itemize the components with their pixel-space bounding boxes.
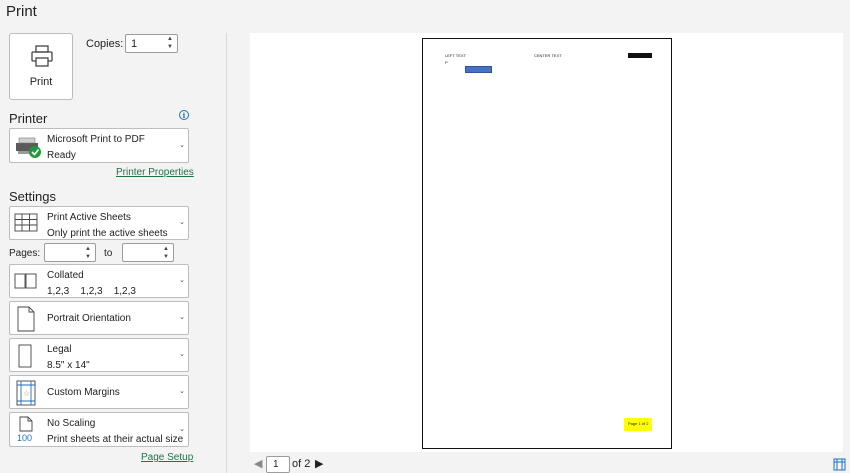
- header-center-text: CENTER TEXT: [534, 53, 562, 58]
- pages-from-input[interactable]: ▲ ▼: [44, 243, 96, 262]
- print-button[interactable]: Print: [9, 33, 73, 100]
- settings-section-title: Settings: [9, 189, 56, 204]
- chevron-down-icon: ⌄: [179, 388, 185, 395]
- pages-to-label: to: [104, 248, 113, 259]
- margins-icon: ☆: [16, 380, 36, 409]
- page-setup-link[interactable]: Page Setup: [141, 452, 193, 463]
- printer-ready-icon: [14, 134, 42, 163]
- chevron-down-icon: ⌄: [179, 142, 185, 149]
- margins-label: Custom Margins: [47, 387, 120, 398]
- page-title: Print: [6, 3, 37, 20]
- info-icon[interactable]: i: [179, 110, 189, 120]
- pages-from-spinner[interactable]: ▲ ▼: [84, 245, 92, 261]
- orientation-label: Portrait Orientation: [47, 313, 131, 324]
- printer-dropdown[interactable]: Microsoft Print to PDF Ready ⌄: [9, 128, 189, 163]
- show-margins-icon[interactable]: [833, 458, 846, 473]
- scaling-dropdown[interactable]: 100 No Scaling Print sheets at their act…: [9, 412, 189, 447]
- print-what-label: Print Active Sheets: [47, 212, 131, 223]
- chevron-down-icon: ⌄: [179, 351, 185, 358]
- header-right-text: RIGHT TEXT: [628, 53, 652, 58]
- chevron-down-icon: ⌄: [179, 314, 185, 321]
- page-total: of 2: [292, 458, 311, 470]
- prev-page-icon[interactable]: ◀: [254, 457, 262, 470]
- scaling-label: No Scaling: [47, 418, 96, 429]
- print-button-label: Print: [29, 76, 53, 88]
- printer-properties-link[interactable]: Printer Properties: [116, 167, 194, 178]
- printer-name: Microsoft Print to PDF: [47, 134, 145, 145]
- print-what-sub: Only print the active sheets: [47, 228, 168, 239]
- paper-size-label: Legal: [47, 344, 72, 355]
- filled-cell: [465, 66, 492, 73]
- chevron-down-icon: ⌄: [179, 426, 185, 433]
- header-left-text: LEFT TEXT: [445, 53, 466, 58]
- print-what-dropdown[interactable]: Print Active Sheets Only print the activ…: [9, 206, 189, 240]
- paper-size-icon: [18, 344, 32, 371]
- pages-to-spinner[interactable]: ▲ ▼: [162, 245, 170, 261]
- orientation-dropdown[interactable]: Portrait Orientation ⌄: [9, 301, 189, 335]
- cell-a1-text: P: [445, 60, 448, 65]
- collate-sub: 1,2,3 1,2,3 1,2,3: [47, 286, 136, 297]
- svg-text:☆: ☆: [23, 389, 30, 398]
- printer-status: Ready: [47, 150, 76, 161]
- copies-spinner[interactable]: ▲ ▼: [166, 35, 174, 51]
- paper-size-dropdown[interactable]: Legal 8.5" x 14" ⌄: [9, 338, 189, 372]
- collate-label: Collated: [47, 270, 84, 281]
- copies-value: 1: [131, 38, 138, 50]
- margins-dropdown[interactable]: ☆ Custom Margins ⌄: [9, 375, 189, 409]
- paper-size-sub: 8.5" x 14": [47, 360, 90, 371]
- pages-to-input[interactable]: ▲ ▼: [122, 243, 174, 262]
- panel-divider: [226, 33, 227, 473]
- pages-label: Pages:: [9, 248, 41, 259]
- current-page-input[interactable]: 1: [266, 456, 290, 473]
- scaling-icon-text: 100: [17, 433, 33, 443]
- preview-page: LEFT TEXT CENTER TEXT RIGHT TEXT P Page …: [422, 38, 672, 449]
- collate-icon: [14, 273, 38, 292]
- sheet-grid-icon: [14, 212, 38, 237]
- footer-highlight: Page 1 of 2: [624, 418, 652, 431]
- printer-icon: [30, 44, 54, 71]
- copies-label: Copies:: [86, 38, 124, 50]
- next-page-icon[interactable]: ▶: [315, 457, 323, 470]
- collate-dropdown[interactable]: Collated 1,2,3 1,2,3 1,2,3 ⌄: [9, 264, 189, 298]
- scaling-sub: Print sheets at their actual size: [47, 434, 184, 445]
- portrait-page-icon: [17, 306, 35, 335]
- printer-section-title: Printer: [9, 111, 48, 126]
- copies-input[interactable]: 1 ▲ ▼: [125, 34, 178, 53]
- chevron-down-icon: ⌄: [179, 219, 185, 226]
- chevron-down-icon: ⌄: [179, 277, 185, 284]
